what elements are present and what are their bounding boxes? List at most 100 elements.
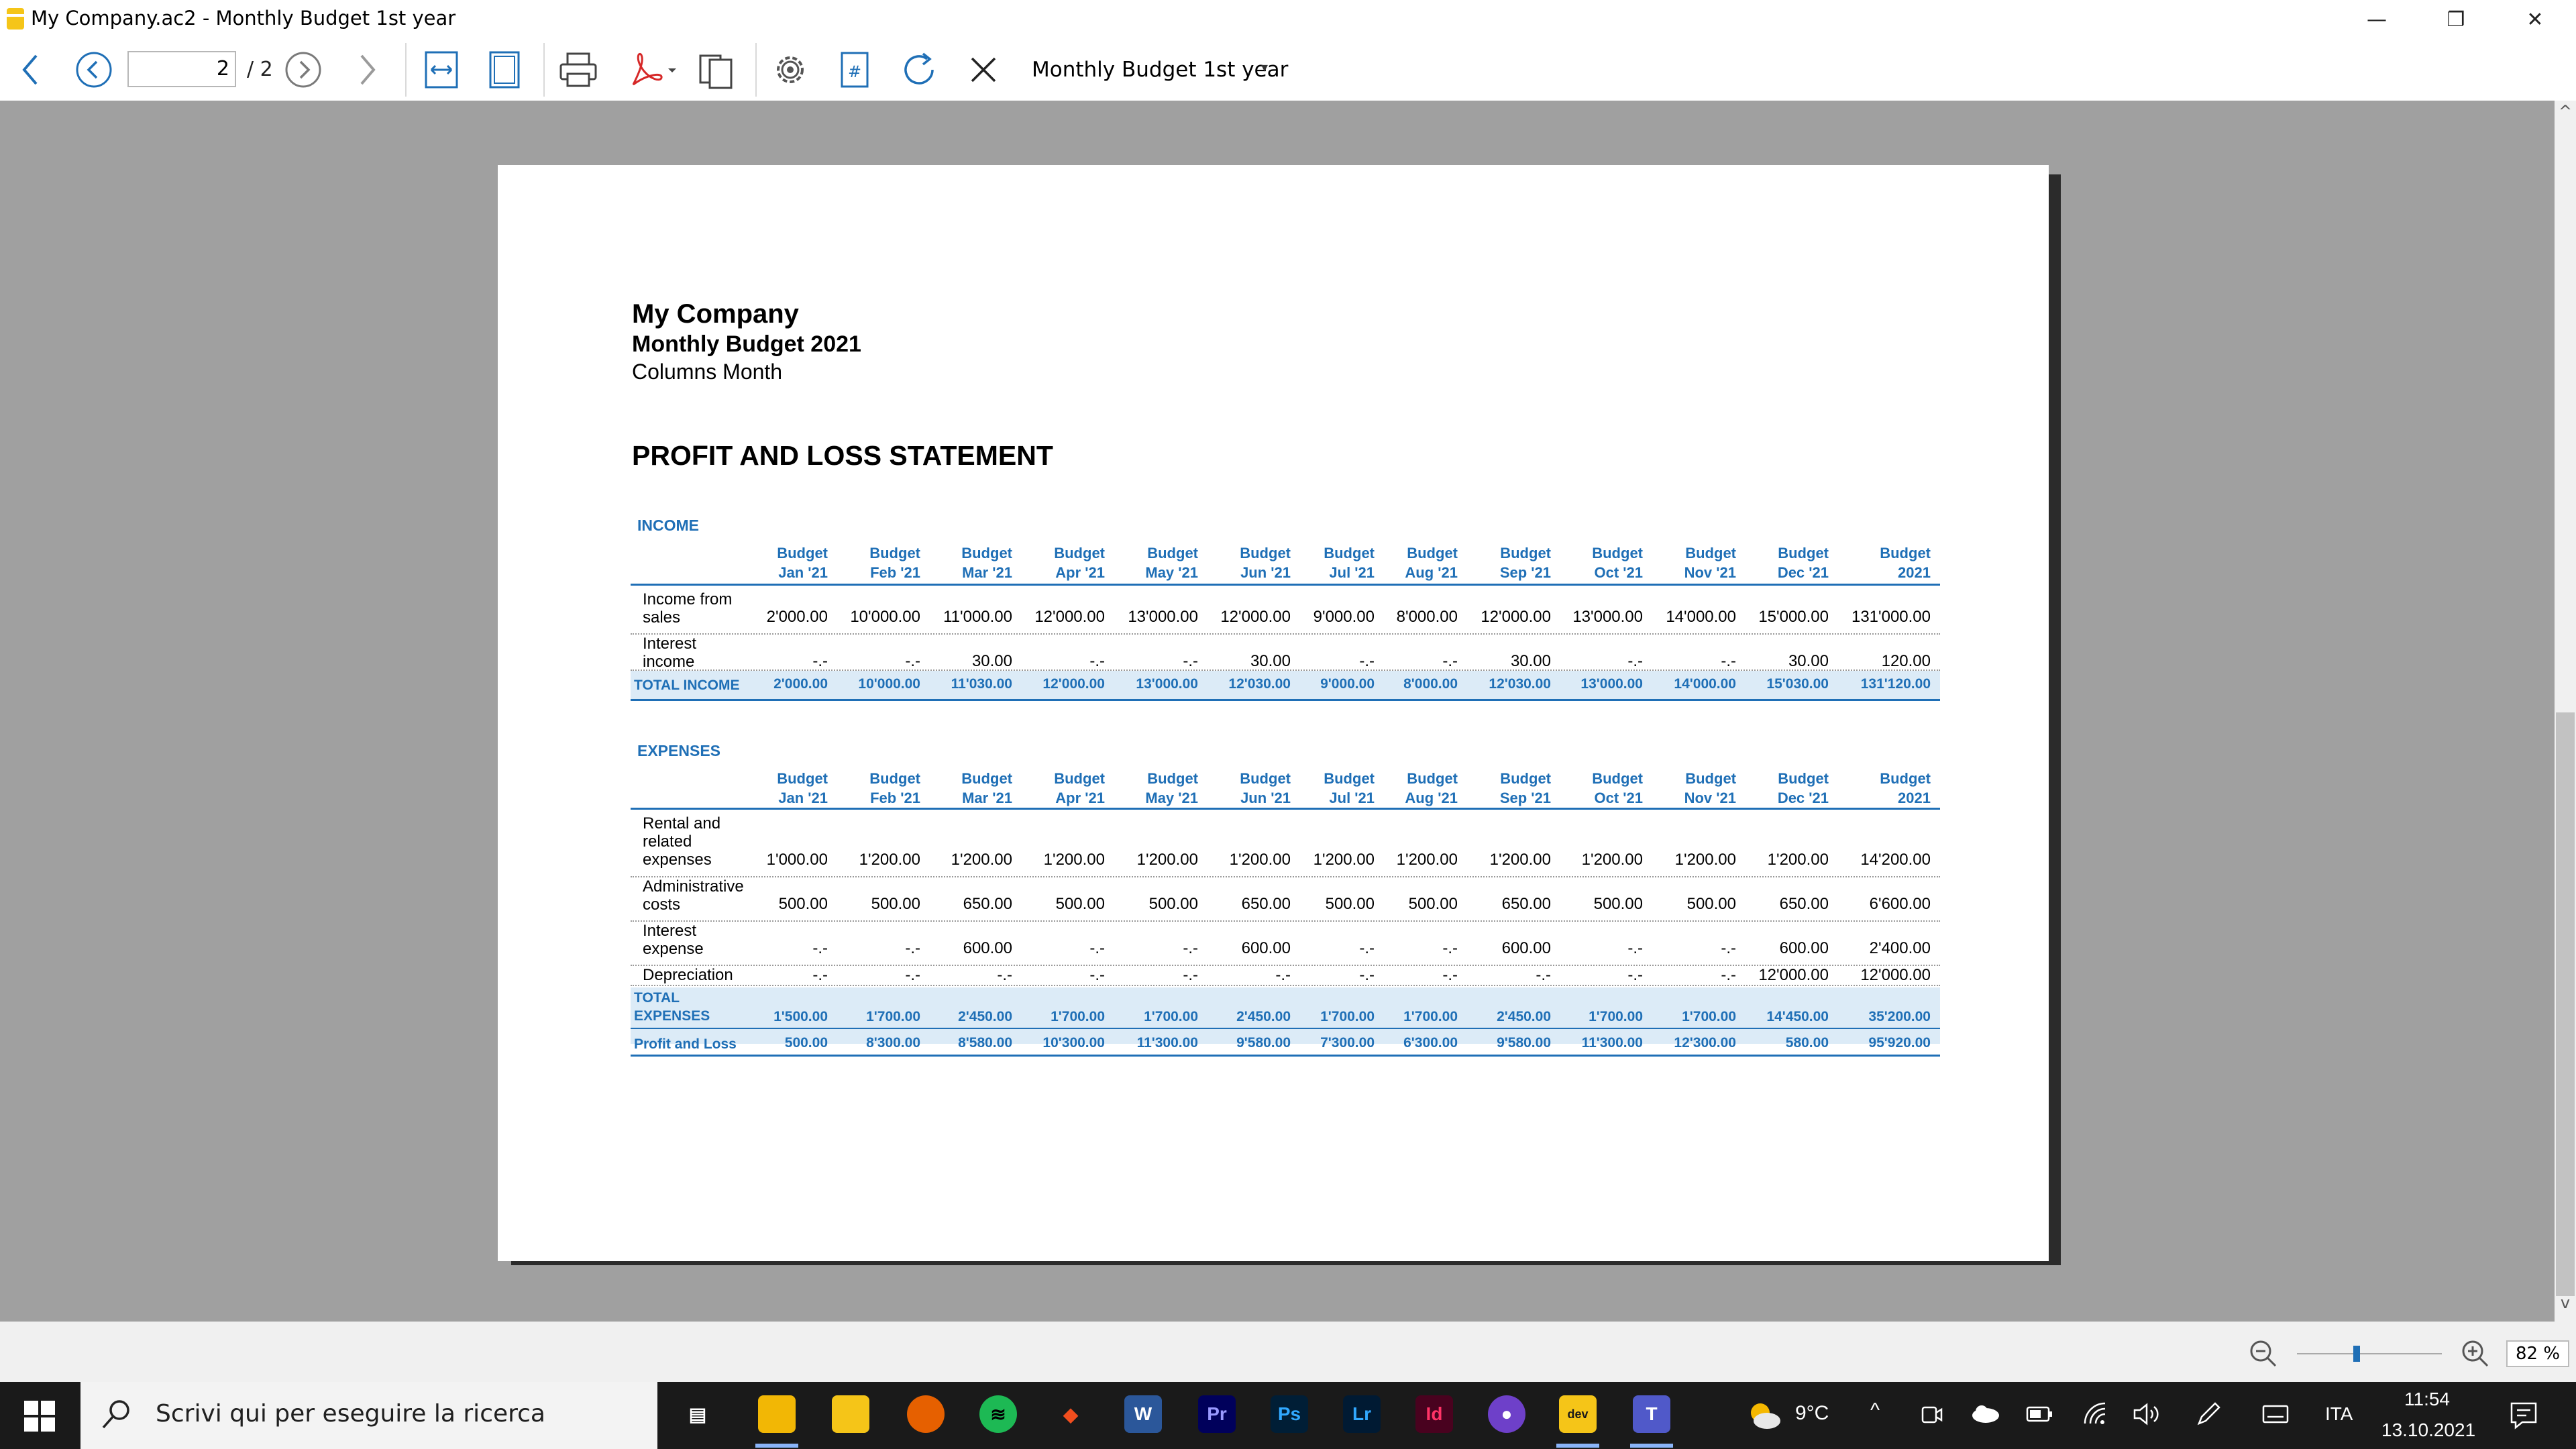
windows-start-icon[interactable] <box>24 1401 55 1434</box>
pdf-export-icon[interactable] <box>623 48 679 91</box>
spotify-app-icon[interactable]: ≋ <box>979 1395 1017 1433</box>
income-row-cell: 8'000.00 <box>1396 608 1458 626</box>
column-header-line1: Budget <box>1240 770 1291 787</box>
zoom-value: 82 <box>2515 1344 2538 1364</box>
teams-app-icon[interactable]: T <box>1633 1395 1670 1433</box>
clock-date[interactable]: 13.10.2021 <box>2381 1419 2475 1441</box>
total-income-cell: 15'030.00 <box>1766 676 1829 692</box>
expense-row-cell: -.- <box>1442 966 1458 984</box>
expense-row-cell: -.- <box>1183 939 1198 957</box>
chevron-up-icon[interactable]: ^ <box>1870 1399 1880 1422</box>
column-header-line2: Jul '21 <box>1329 790 1375 806</box>
next-page-icon[interactable] <box>282 48 325 91</box>
total-income-cell: 14'000.00 <box>1674 676 1736 692</box>
close-window-button[interactable]: ✕ <box>2498 0 2572 39</box>
battery-icon[interactable] <box>2026 1405 2053 1426</box>
zoom-in-icon[interactable] <box>2459 1338 2491 1373</box>
page-number-input[interactable]: 2 <box>127 51 236 87</box>
clock-time[interactable]: 11:54 <box>2404 1389 2450 1410</box>
profit-loss-cell: 8'300.00 <box>866 1035 920 1051</box>
banana-dev-app-label: dev <box>1567 1407 1589 1421</box>
task-view-app-icon[interactable]: ▤ <box>679 1395 716 1433</box>
weather-temperature[interactable]: 9°C <box>1795 1402 1829 1425</box>
minimize-button[interactable]: — <box>2340 0 2414 39</box>
column-header: Budget Apr '21 <box>1024 543 1105 582</box>
column-header-line2: Nov '21 <box>1684 790 1736 806</box>
column-header-line1: Budget <box>1407 770 1458 787</box>
notes-app-icon[interactable] <box>832 1395 869 1433</box>
lightroom-app-icon[interactable]: Lr <box>1343 1395 1381 1433</box>
expense-row-cell: -.- <box>1536 966 1551 984</box>
scroll-down-icon[interactable]: v <box>2555 1293 2576 1320</box>
zoom-slider-track[interactable] <box>2297 1353 2442 1354</box>
column-header-line1: Budget <box>1685 770 1736 787</box>
scroll-up-icon[interactable]: ^ <box>2555 102 2576 129</box>
pen-icon[interactable] <box>2195 1401 2222 1430</box>
zoom-out-icon[interactable] <box>2247 1338 2279 1373</box>
column-header-line1: Budget <box>1685 545 1736 561</box>
volume-icon[interactable] <box>2132 1402 2160 1429</box>
wifi-icon[interactable] <box>2082 1402 2109 1429</box>
figma-app-icon[interactable]: ◆ <box>1052 1395 1089 1433</box>
back-arrow-icon[interactable] <box>13 48 47 91</box>
meet-now-icon[interactable] <box>1920 1402 1944 1429</box>
profit-loss-cell: 500.00 <box>784 1035 828 1051</box>
expense-row-cell: -.- <box>1183 966 1198 984</box>
previous-page-icon[interactable] <box>72 48 115 91</box>
report-page <box>498 165 2049 1261</box>
total-income-cell: 8'000.00 <box>1403 676 1458 692</box>
total-income-cell: 12'000.00 <box>1042 676 1105 692</box>
profit-loss-cell: 9'580.00 <box>1497 1035 1551 1051</box>
total-income-cell: 13'000.00 <box>1136 676 1198 692</box>
total-expenses-cell: 35'200.00 <box>1868 1009 1931 1024</box>
notification-center-icon[interactable] <box>2509 1401 2538 1433</box>
expense-row-cell: 500.00 <box>1148 895 1198 913</box>
column-header: Budget Jan '21 <box>747 543 828 582</box>
expense-row-cell: 6'600.00 <box>1869 895 1931 913</box>
column-header-line2: 2021 <box>1898 790 1931 806</box>
total-expenses-cell: 1'700.00 <box>1682 1009 1736 1024</box>
column-header-line1: Budget <box>1324 770 1375 787</box>
premiere-app-icon[interactable]: Pr <box>1198 1395 1236 1433</box>
report-selector[interactable]: Monthly Budget 1st year <box>1032 58 1288 82</box>
github-app-icon[interactable]: ● <box>1488 1395 1525 1433</box>
file-explorer-app-icon[interactable] <box>758 1395 796 1433</box>
word-app-icon[interactable]: W <box>1124 1395 1162 1433</box>
input-language[interactable]: ITA <box>2325 1403 2353 1425</box>
close-report-icon[interactable] <box>963 48 1004 91</box>
fit-width-icon[interactable] <box>421 48 462 91</box>
fit-page-icon[interactable] <box>484 48 525 91</box>
maximize-button[interactable]: ❐ <box>2419 0 2493 39</box>
report-subtitle: Monthly Budget 2021 <box>632 331 861 357</box>
income-row-cell: 11'000.00 <box>943 608 1012 626</box>
copy-pages-icon[interactable] <box>695 48 738 91</box>
zoom-slider-thumb[interactable] <box>2353 1346 2360 1362</box>
toolbar-separator <box>405 43 407 97</box>
indesign-app-icon[interactable]: Id <box>1415 1395 1453 1433</box>
column-header-line2: Aug '21 <box>1405 790 1458 806</box>
column-header-line2: Jun '21 <box>1240 790 1291 806</box>
print-icon[interactable] <box>557 48 600 91</box>
columns-note: Columns Month <box>632 360 783 384</box>
photoshop-app-icon[interactable]: Ps <box>1271 1395 1308 1433</box>
income-row-cell: 15'000.00 <box>1758 608 1829 626</box>
expense-row-cell: 12'000.00 <box>1758 966 1829 984</box>
total-income-cell: 12'030.00 <box>1489 676 1551 692</box>
refresh-icon[interactable] <box>898 48 941 91</box>
onedrive-cloud-icon[interactable] <box>1971 1403 2000 1426</box>
touch-keyboard-icon[interactable] <box>2262 1403 2289 1428</box>
settings-gear-icon[interactable] <box>769 48 812 91</box>
column-header-line1: Budget <box>961 545 1012 561</box>
column-header-line2: May '21 <box>1145 564 1198 581</box>
column-header: Budget Oct '21 <box>1562 769 1643 808</box>
zoom-percent-field[interactable]: 82 % <box>2506 1340 2569 1367</box>
profit-loss-bottom-rule <box>631 1055 1940 1057</box>
column-header: Budget 2021 <box>1850 769 1931 808</box>
page-number-format-icon[interactable]: # <box>835 48 875 91</box>
banana-dev-app-icon[interactable]: dev <box>1559 1395 1597 1433</box>
weather-icon[interactable] <box>1747 1399 1782 1434</box>
scrollbar-thumb[interactable] <box>2556 712 2575 1296</box>
chevron-down-icon[interactable]: ▾ <box>1261 59 1268 75</box>
firefox-app-icon[interactable] <box>907 1395 945 1433</box>
forward-arrow-icon[interactable] <box>354 48 381 91</box>
